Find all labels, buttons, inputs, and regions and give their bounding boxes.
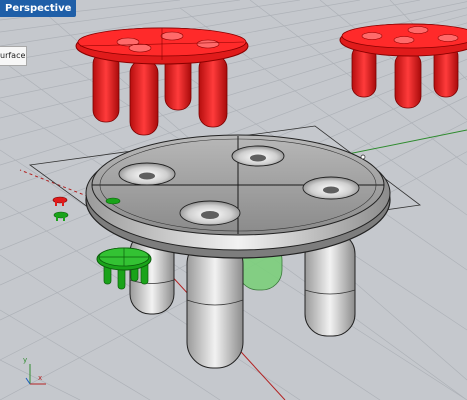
selected-object-left[interactable] (75, 27, 249, 136)
viewport-canvas[interactable]: y x (0, 0, 467, 400)
gumball-preview-object[interactable] (96, 247, 152, 290)
selected-object-right[interactable] (339, 23, 467, 109)
viewport-title-tab[interactable]: Perspective (0, 0, 77, 17)
world-axes-icon: y x (23, 356, 46, 385)
axis-icon-y-label: y (23, 356, 27, 364)
control-point[interactable] (360, 154, 366, 160)
axis-icon-x-label: x (38, 374, 42, 382)
object-tooltip: urface (0, 46, 27, 66)
perspective-viewport[interactable]: y x Perspective urface (0, 0, 467, 400)
